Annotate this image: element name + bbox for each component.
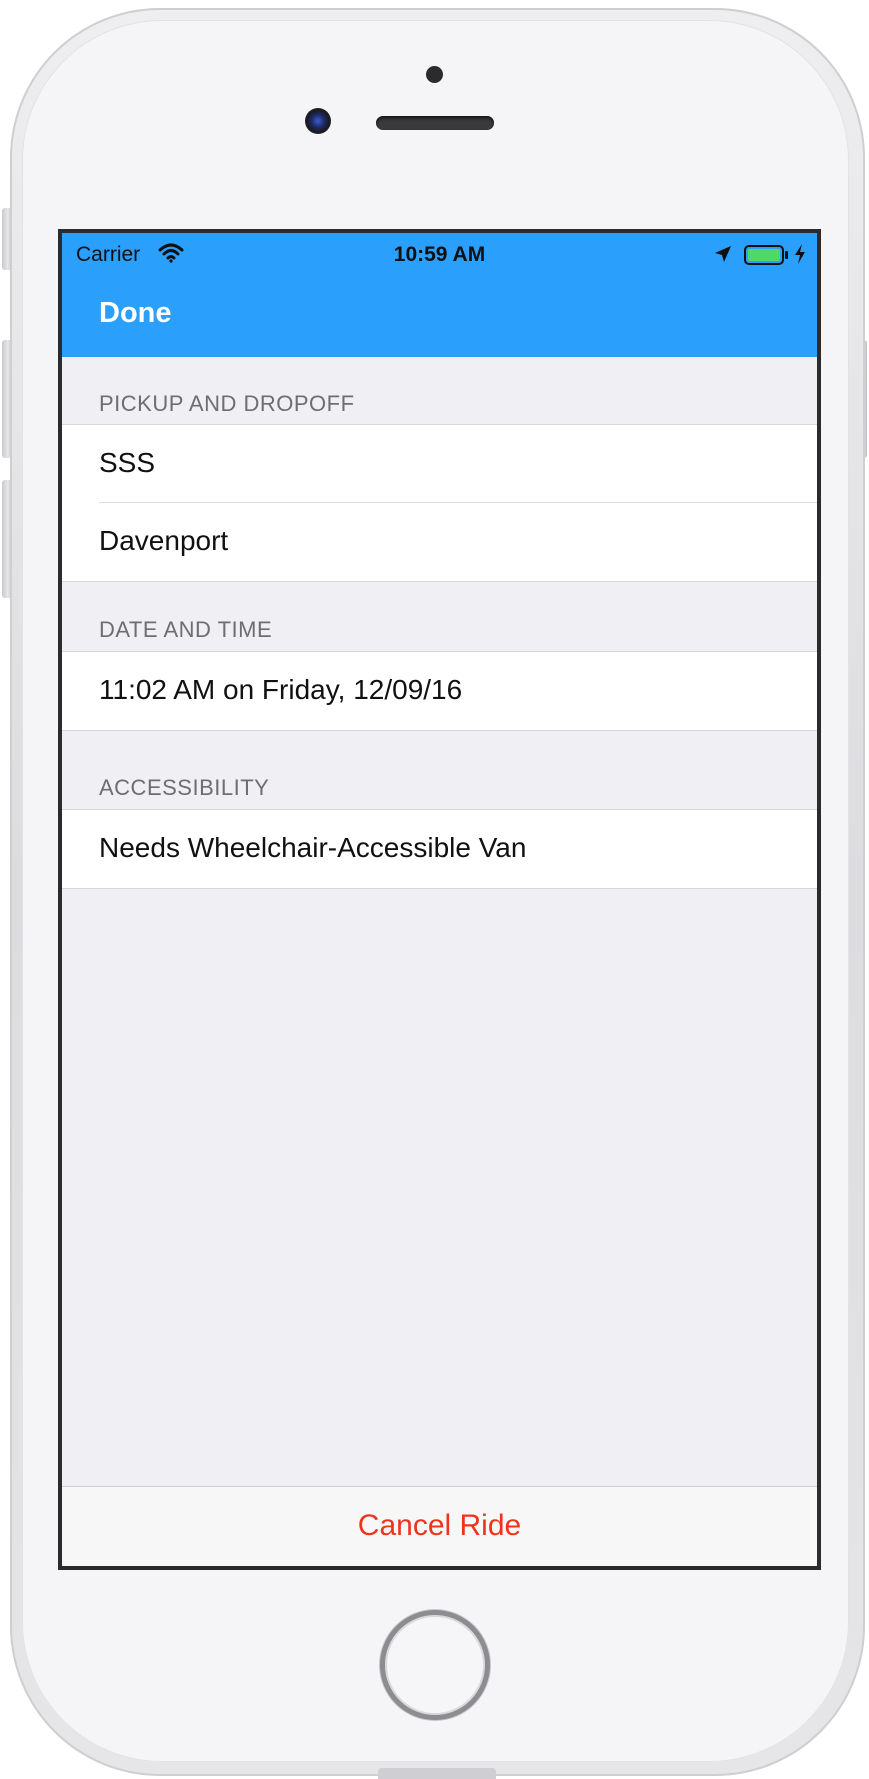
cancel-ride-button[interactable]: Cancel Ride [358, 1509, 521, 1543]
location-arrow-icon [715, 246, 731, 262]
home-button[interactable] [380, 1610, 490, 1720]
charging-bolt-icon [795, 244, 805, 264]
dropoff-location-row[interactable]: Davenport [62, 503, 817, 581]
navigation-bar: Done [62, 277, 817, 357]
bottom-toolbar: Cancel Ride [62, 1486, 817, 1566]
status-time: 10:59 AM [393, 243, 486, 266]
pickup-location-label: SSS [99, 447, 156, 478]
status-bar: Carrier 10:59 AM [62, 233, 817, 277]
pickup-dropoff-group: SSS Davenport [62, 424, 817, 582]
device-mockup: Carrier 10:59 AM Done PICKUP AND DROPOFF… [0, 0, 869, 1779]
date-time-label: 11:02 AM on Friday, 12/09/16 [99, 674, 463, 705]
section-header-datetime: DATE AND TIME [99, 617, 273, 642]
pickup-location-row[interactable]: SSS [62, 425, 817, 503]
earpiece-speaker [376, 116, 494, 130]
bottom-edge [378, 1768, 496, 1779]
front-camera [305, 108, 331, 134]
section-header-pickup: PICKUP AND DROPOFF [99, 391, 355, 416]
date-time-row[interactable]: 11:02 AM on Friday, 12/09/16 [62, 652, 817, 730]
dropoff-location-label: Davenport [99, 525, 229, 556]
done-button[interactable]: Done [99, 297, 172, 330]
phone-screen: Carrier 10:59 AM Done PICKUP AND DROPOFF… [58, 229, 821, 1570]
date-time-group: 11:02 AM on Friday, 12/09/16 [62, 651, 817, 731]
section-header-accessibility: ACCESSIBILITY [99, 775, 270, 800]
battery-icon [744, 245, 788, 265]
proximity-sensor [426, 66, 443, 83]
accessibility-group: Needs Wheelchair-Accessible Van [62, 809, 817, 889]
accessibility-label: Needs Wheelchair-Accessible Van [99, 832, 527, 863]
accessibility-row[interactable]: Needs Wheelchair-Accessible Van [62, 810, 817, 888]
